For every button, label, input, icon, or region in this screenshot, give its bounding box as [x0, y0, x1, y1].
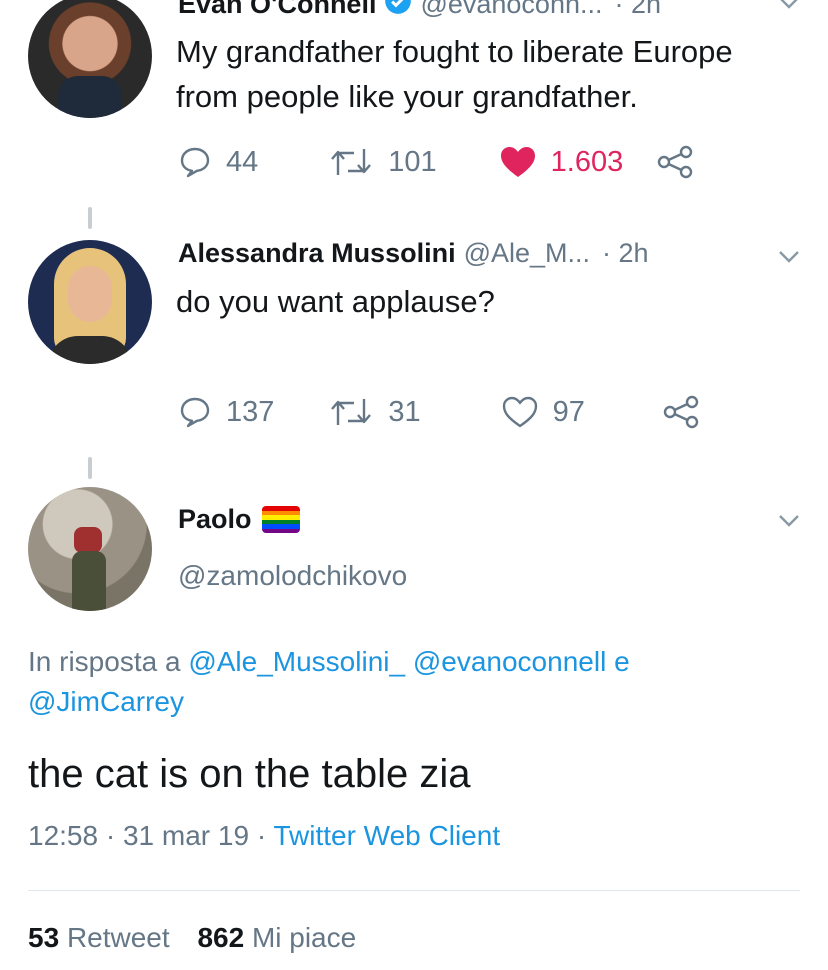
chevron-down-icon[interactable]	[778, 514, 800, 533]
tweet-date: 31 mar 19	[122, 820, 250, 851]
tweet-time: 12:58	[28, 820, 99, 851]
verified-badge-icon	[384, 0, 412, 22]
author-handle[interactable]: @zamolodchikovo	[178, 560, 407, 592]
tweet-time[interactable]: · 2h	[614, 0, 661, 20]
tweet-text-line: My grandfather fought to liberate Europe	[176, 34, 733, 69]
reply-context: In risposta a @Ale_Mussolini_ @evanoconn…	[28, 642, 798, 722]
tweet-text: the cat is on the table zia	[28, 752, 471, 796]
author-name[interactable]: Evan O'Connell	[178, 0, 376, 20]
author-name[interactable]: Paolo	[178, 504, 252, 535]
retweet-button[interactable]: 101	[328, 145, 437, 179]
reply-prefix: In risposta a	[28, 646, 181, 677]
tweet-text-line: from people like your grandfather.	[176, 79, 638, 114]
retweet-total: 53	[28, 922, 60, 953]
share-icon	[658, 145, 693, 179]
retweet-button[interactable]: 31	[328, 395, 421, 429]
rainbow-flag-icon	[261, 506, 300, 533]
tweet-header: Evan O'Connell @evanoconn... · 2h	[178, 0, 661, 22]
heart-icon	[500, 147, 535, 177]
share-icon	[663, 395, 699, 429]
tweet-text: do you want applause?	[176, 284, 495, 319]
author-name[interactable]: Alessandra Mussolini	[178, 238, 456, 269]
meta-separator: ·	[256, 820, 267, 851]
tweet-actions: 137 31 97	[178, 395, 701, 429]
thread-connector	[88, 457, 92, 479]
like-count: 1.603	[550, 145, 624, 178]
retweet-label: Retweet	[66, 922, 170, 953]
retweet-icon	[331, 399, 372, 425]
tweet-header: Paolo	[178, 504, 300, 535]
like-button[interactable]: 97	[501, 395, 585, 429]
avatar-evan[interactable]	[28, 0, 152, 118]
mention-link[interactable]: @Ale_Mussolini_	[188, 646, 405, 677]
share-button[interactable]	[655, 145, 695, 179]
chevron-down-icon[interactable]	[778, 0, 800, 15]
tweet-text: My grandfather fought to liberate Europe…	[176, 29, 733, 119]
reply-icon	[180, 397, 210, 428]
like-count: 97	[552, 395, 585, 428]
tweet-time[interactable]: · 2h	[602, 238, 649, 269]
heart-icon	[502, 396, 537, 428]
retweet-count: 31	[388, 395, 421, 428]
like-total: 862	[197, 922, 245, 953]
share-button[interactable]	[661, 395, 701, 429]
retweet-count: 101	[388, 145, 437, 178]
author-handle[interactable]: @evanoconn...	[420, 0, 602, 20]
reply-count: 137	[226, 395, 275, 428]
meta-separator: ·	[105, 820, 116, 851]
avatar-alessandra[interactable]	[28, 240, 152, 364]
tweet-meta: 12:58 · 31 mar 19 · Twitter Web Client	[28, 820, 500, 852]
avatar-paolo[interactable]	[28, 487, 152, 611]
reply-conjunction: e	[614, 646, 630, 677]
client-link[interactable]: Twitter Web Client	[273, 820, 500, 851]
tweet-actions: 44 101 1.603	[178, 145, 695, 179]
chevron-down-icon[interactable]	[778, 250, 800, 269]
reply-button[interactable]: 137	[178, 395, 274, 429]
retweet-stat[interactable]: 53 Retweet	[28, 922, 177, 953]
reply-icon	[180, 147, 210, 178]
like-label: Mi piace	[251, 922, 357, 953]
author-handle[interactable]: @Ale_M...	[464, 238, 590, 269]
retweet-icon	[331, 149, 372, 175]
tweet-header: Alessandra Mussolini @Ale_M... · 2h	[178, 238, 649, 269]
thread-connector	[88, 207, 92, 229]
reply-button[interactable]: 44	[178, 145, 258, 179]
like-button[interactable]: 1.603	[499, 145, 624, 179]
mention-link[interactable]: @JimCarrey	[28, 686, 184, 717]
mention-link[interactable]: @evanoconnell	[413, 646, 606, 677]
engagement-stats: 53 Retweet 862 Mi piace	[28, 922, 356, 954]
reply-count: 44	[226, 145, 259, 178]
like-stat[interactable]: 862 Mi piace	[197, 922, 356, 953]
divider	[28, 890, 800, 891]
